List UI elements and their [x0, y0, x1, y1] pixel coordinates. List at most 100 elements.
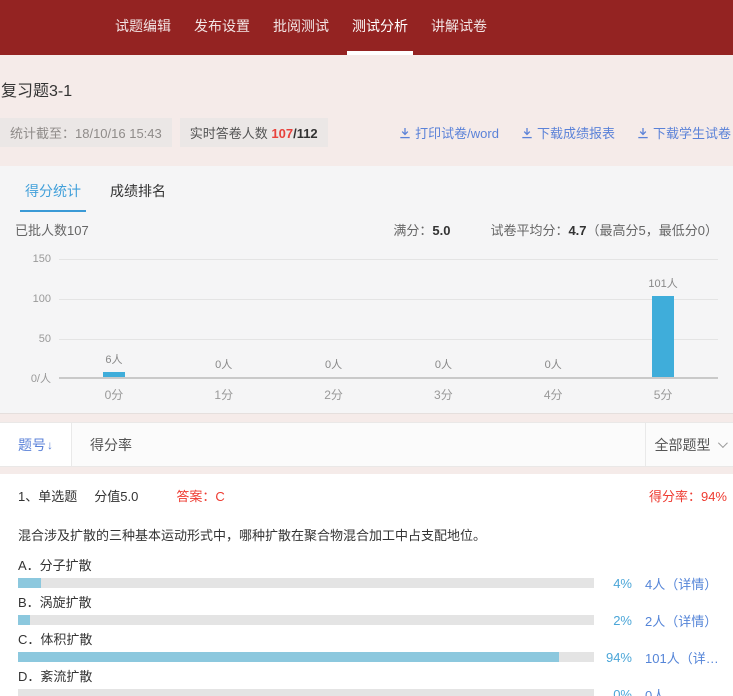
tab-score-statistics[interactable]: 得分统计 [20, 173, 86, 212]
bar-value-label: 0人 [215, 356, 232, 372]
respondents-current: 107 [271, 126, 293, 141]
nav-tab-test-analysis[interactable]: 测试分析 [347, 0, 413, 55]
option-bar-row: 2% 2人（详情） [18, 614, 729, 626]
chart-y-axis: 150 100 50 0/人 [15, 259, 59, 379]
option-label: D．紊流扩散 [18, 668, 729, 685]
sort-by-question-number[interactable]: 题号↓ [0, 423, 72, 466]
option-c: C．体积扩散 94% 101人（详情） [18, 631, 729, 663]
sort-descending-icon: ↓ [47, 438, 53, 452]
option-d: D．紊流扩散 0% 0人 [18, 668, 729, 696]
option-bar-row: 94% 101人（详情） [18, 651, 729, 663]
summary-right: 满分：5.0 试卷平均分：4.7（最高分5，最低分0） [393, 220, 718, 239]
y-axis-label: 0/人 [31, 370, 51, 386]
y-tick: 150 [33, 253, 51, 265]
option-bar-track [18, 578, 594, 588]
filter-spacer [132, 423, 645, 466]
question-answer: 答案：C [176, 486, 224, 505]
nav-tabs: 试题编辑 发布设置 批阅测试 测试分析 讲解试卷 [0, 0, 492, 55]
option-count-detail-link[interactable]: 4人（详情） [645, 574, 729, 593]
summary-row: 已批人数107 满分：5.0 试卷平均分：4.7（最高分5，最低分0） [15, 220, 718, 239]
option-count-detail-link[interactable]: 101人（详情） [645, 648, 729, 667]
chart-column: 0人 [388, 259, 498, 377]
question-number-type: 1、单选题 [18, 486, 77, 505]
chart-column: 0人 [279, 259, 389, 377]
download-score-report-link[interactable]: 下载成绩报表 [521, 123, 615, 142]
bar-value-label: 6人 [105, 351, 122, 367]
link-label: 下载学生试卷 [653, 123, 731, 142]
chart-plot-area: 6人 0人 0人 0人 0人 101人 0分 1分 2分 3分 4分 5分 [59, 259, 718, 403]
respondents-total: /112 [293, 126, 318, 141]
score-distribution-chart: 150 100 50 0/人 6人 0人 0人 0人 0人 101人 [15, 259, 718, 403]
nav-tab-explain-paper[interactable]: 讲解试卷 [426, 0, 492, 55]
option-percent: 0% [602, 687, 632, 696]
x-tick: 1分 [169, 386, 279, 403]
x-tick: 5分 [608, 386, 718, 403]
question-type-filter[interactable]: 全部题型 [645, 423, 733, 466]
x-tick: 2分 [279, 386, 389, 403]
chart-column: 0人 [498, 259, 608, 377]
option-label: A．分子扩散 [18, 557, 729, 574]
nav-tab-review-test[interactable]: 批阅测试 [268, 0, 334, 55]
full-score: 满分：5.0 [393, 220, 450, 239]
print-paper-link[interactable]: 打印试卷/word [399, 123, 499, 142]
chart-bar [103, 372, 125, 377]
sort-label: 题号 [18, 435, 46, 455]
bar-value-label: 0人 [545, 356, 562, 372]
option-bar-fill [18, 652, 559, 662]
option-bar-track [18, 615, 594, 625]
score-rate-column-header[interactable]: 得分率 [72, 423, 132, 466]
chart-x-labels: 0分 1分 2分 3分 4分 5分 [59, 386, 718, 403]
option-label: B．涡旋扩散 [18, 594, 729, 611]
option-count-detail-link[interactable]: 2人（详情） [645, 611, 729, 630]
option-percent: 2% [602, 613, 632, 628]
bar-value-label: 0人 [325, 356, 342, 372]
option-bar-fill [18, 578, 41, 588]
option-label: C．体积扩散 [18, 631, 729, 648]
page-header: 复习题3-1 统计截至：18/10/16 15:43 实时答卷人数 107/11… [0, 55, 733, 166]
option-b: B．涡旋扩散 2% 2人（详情） [18, 594, 729, 626]
stats-row: 统计截至：18/10/16 15:43 实时答卷人数 107/112 打印试卷/… [0, 118, 733, 147]
download-icon [521, 127, 533, 139]
option-bar-track [18, 652, 594, 662]
question-score: 分值5.0 [94, 486, 138, 505]
option-bar-row: 0% 0人 [18, 688, 729, 696]
x-tick: 4分 [498, 386, 608, 403]
divider [0, 414, 733, 422]
respondents-label: 实时答卷人数 [190, 126, 272, 141]
nav-tab-publish-settings[interactable]: 发布设置 [189, 0, 255, 55]
tab-score-ranking[interactable]: 成绩排名 [105, 173, 171, 212]
option-bar-track [18, 689, 594, 696]
option-a: A．分子扩散 4% 4人（详情） [18, 557, 729, 589]
answer-options: A．分子扩散 4% 4人（详情） B．涡旋扩散 2% 2人（详情） C．体积扩散… [18, 557, 729, 696]
header-links: 打印试卷/word 下载成绩报表 下载学生试卷 [399, 123, 733, 142]
stats-panel: 得分统计 成绩排名 已批人数107 满分：5.0 试卷平均分：4.7（最高分5，… [0, 166, 733, 414]
question-text: 混合涉及扩散的三种基本运动形式中，哪种扩散在聚合物混合加工中占支配地位。 [18, 525, 729, 544]
chart-column: 0人 [169, 259, 279, 377]
option-bar-row: 4% 4人（详情） [18, 577, 729, 589]
divider [0, 467, 733, 474]
chevron-down-icon [717, 438, 727, 448]
option-percent: 4% [602, 576, 632, 591]
sub-tabs: 得分统计 成绩排名 [20, 166, 718, 212]
bar-value-label: 101人 [648, 275, 677, 291]
y-tick: 50 [39, 333, 51, 345]
option-count: 0人 [645, 685, 729, 696]
question-panel: 1、单选题 分值5.0 答案：C 得分率：94% 混合涉及扩散的三种基本运动形式… [0, 474, 733, 696]
option-bar-fill [18, 615, 30, 625]
x-tick: 3分 [388, 386, 498, 403]
x-tick: 0分 [59, 386, 169, 403]
chart-column: 6人 [59, 259, 169, 377]
link-label: 打印试卷/word [415, 123, 499, 142]
download-student-papers-link[interactable]: 下载学生试卷 [637, 123, 731, 142]
y-tick: 100 [33, 293, 51, 305]
nav-tab-question-edit[interactable]: 试题编辑 [110, 0, 176, 55]
graded-count: 已批人数107 [15, 220, 89, 239]
x-axis-baseline [59, 377, 718, 379]
chart-bar [652, 296, 674, 377]
page-title: 复习题3-1 [0, 77, 733, 101]
respondents-chip: 实时答卷人数 107/112 [180, 118, 328, 147]
bar-value-label: 0人 [435, 356, 452, 372]
stats-deadline-chip: 统计截至：18/10/16 15:43 [0, 118, 172, 147]
question-header: 1、单选题 分值5.0 答案：C 得分率：94% [18, 486, 729, 505]
average-score: 试卷平均分：4.7（最高分5，最低分0） [490, 220, 718, 239]
